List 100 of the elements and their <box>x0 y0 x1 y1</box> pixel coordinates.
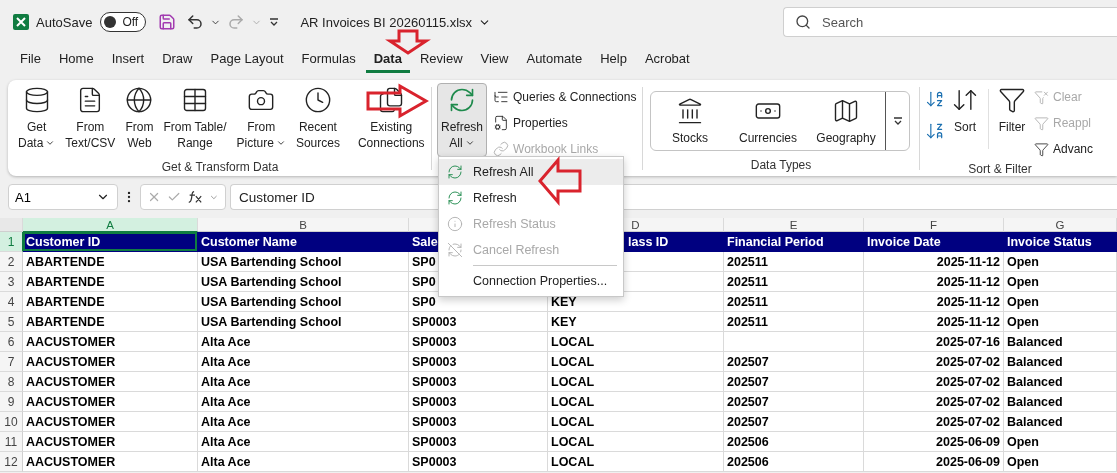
ribbon-tab[interactable]: Insert <box>103 47 153 73</box>
table-cell[interactable]: Open <box>1004 252 1117 272</box>
ribbon-tab[interactable]: View <box>472 47 517 73</box>
row-header[interactable]: 2 <box>0 252 23 272</box>
menu-item[interactable]: Refresh All <box>439 159 623 185</box>
function-icon[interactable] <box>187 189 204 205</box>
table-cell[interactable]: KEY <box>548 312 724 332</box>
ribbon-item[interactable]: Advanc <box>1032 137 1096 161</box>
table-cell[interactable]: Alta Ace <box>198 352 409 372</box>
table-cell[interactable]: USA Bartending School <box>198 312 409 332</box>
table-cell[interactable]: Open <box>1004 452 1117 472</box>
ribbon-tab[interactable]: Automate <box>518 47 591 73</box>
ribbon-item[interactable]: Queries & Connections <box>491 85 639 109</box>
table-cell[interactable]: SP0003 <box>409 432 548 452</box>
row-header[interactable]: 11 <box>0 432 23 452</box>
table-cell[interactable]: USA Bartending School <box>198 252 409 272</box>
table-cell[interactable]: SP0003 <box>409 372 548 392</box>
table-cell[interactable]: 202511 <box>724 312 864 332</box>
table-cell[interactable]: 2025-11-12 <box>864 312 1004 332</box>
table-cell[interactable]: AACUSTOMER <box>23 452 198 472</box>
undo-icon[interactable] <box>186 13 205 31</box>
ribbon-tab[interactable]: Help <box>592 47 635 73</box>
table-cell[interactable]: 202507 <box>724 372 864 392</box>
table-cell[interactable]: Balanced <box>1004 372 1117 392</box>
column-header[interactable]: G <box>1004 218 1117 232</box>
row-header[interactable]: 6 <box>0 332 23 352</box>
ribbon-button[interactable]: Get Data <box>14 83 60 157</box>
ribbon-tab[interactable]: Page Layout <box>202 47 292 73</box>
table-cell[interactable]: ABARTENDE <box>23 292 198 312</box>
table-cell[interactable]: 2025-11-12 <box>864 272 1004 292</box>
data-type-button[interactable]: Currencies <box>729 92 807 150</box>
column-heading[interactable]: Invoice Status <box>1004 232 1117 252</box>
sort-ascending-icon[interactable] <box>925 89 945 109</box>
table-cell[interactable]: 202507 <box>724 392 864 412</box>
table-cell[interactable]: Open <box>1004 432 1117 452</box>
table-cell[interactable]: SP0003 <box>409 412 548 432</box>
table-cell[interactable]: 2025-11-12 <box>864 252 1004 272</box>
ribbon-button[interactable]: From Table/ Range <box>159 83 231 157</box>
row-header[interactable]: 4 <box>0 292 23 312</box>
table-cell[interactable]: AACUSTOMER <box>23 332 198 352</box>
table-cell[interactable]: Balanced <box>1004 332 1117 352</box>
table-cell[interactable]: 202507 <box>724 352 864 372</box>
table-cell[interactable]: Open <box>1004 272 1117 292</box>
table-cell[interactable]: AACUSTOMER <box>23 432 198 452</box>
ribbon-tab[interactable]: Acrobat <box>636 47 698 73</box>
table-cell[interactable]: LOCAL <box>548 412 724 432</box>
table-cell[interactable]: SP0003 <box>409 392 548 412</box>
table-cell[interactable]: AACUSTOMER <box>23 412 198 432</box>
table-cell[interactable]: ABARTENDE <box>23 252 198 272</box>
table-cell[interactable]: Balanced <box>1004 352 1117 372</box>
file-name-button[interactable]: AR Invoices BI 20260115.xlsx <box>300 14 492 30</box>
table-cell[interactable]: SP0003 <box>409 452 548 472</box>
name-box[interactable]: A1 <box>8 184 118 210</box>
column-header[interactable]: F <box>864 218 1004 232</box>
sort-button[interactable]: Sort <box>947 83 983 157</box>
menu-item[interactable]: Refresh <box>439 185 623 211</box>
row-header[interactable]: 1 <box>0 232 23 252</box>
table-cell[interactable]: 202506 <box>724 432 864 452</box>
table-cell[interactable]: LOCAL <box>548 392 724 412</box>
column-header[interactable]: E <box>724 218 864 232</box>
table-cell[interactable]: 202507 <box>724 412 864 432</box>
ribbon-button[interactable]: From Web <box>121 83 158 157</box>
data-type-button[interactable]: Stocks <box>651 92 729 150</box>
row-header[interactable]: 7 <box>0 352 23 372</box>
ribbon-tab[interactable]: Draw <box>154 47 201 73</box>
table-cell[interactable]: Alta Ace <box>198 432 409 452</box>
row-header[interactable]: 3 <box>0 272 23 292</box>
ribbon-item[interactable]: Properties <box>491 111 639 135</box>
ribbon-button[interactable]: Recent Sources <box>291 83 344 157</box>
table-cell[interactable]: 2025-07-02 <box>864 352 1004 372</box>
ribbon-tab[interactable]: Home <box>50 47 102 73</box>
data-type-button[interactable]: Geography <box>807 92 885 150</box>
row-header[interactable]: 12 <box>0 452 23 472</box>
table-cell[interactable]: LOCAL <box>548 332 724 352</box>
column-header[interactable]: A <box>23 218 198 232</box>
table-cell[interactable]: Balanced <box>1004 412 1117 432</box>
table-cell[interactable]: LOCAL <box>548 372 724 392</box>
ribbon-tab[interactable]: Review <box>411 47 471 73</box>
filter-button[interactable]: Filter <box>994 83 1030 157</box>
table-cell[interactable]: Alta Ace <box>198 392 409 412</box>
column-header[interactable]: B <box>198 218 409 232</box>
table-cell[interactable]: Open <box>1004 312 1117 332</box>
row-header[interactable]: 9 <box>0 392 23 412</box>
table-cell[interactable]: AACUSTOMER <box>23 392 198 412</box>
table-cell[interactable]: LOCAL <box>548 452 724 472</box>
row-header[interactable]: 8 <box>0 372 23 392</box>
table-cell[interactable]: LOCAL <box>548 352 724 372</box>
ribbon-button[interactable]: Existing Connections <box>353 83 429 157</box>
table-cell[interactable]: SP0003 <box>409 312 548 332</box>
table-cell[interactable]: 202506 <box>724 452 864 472</box>
column-heading[interactable]: Customer ID <box>23 232 198 252</box>
table-cell[interactable]: 2025-07-02 <box>864 372 1004 392</box>
ribbon-button[interactable]: From Picture <box>232 83 290 157</box>
save-icon[interactable] <box>158 13 177 31</box>
table-cell[interactable]: 2025-06-09 <box>864 432 1004 452</box>
table-cell[interactable]: 2025-07-02 <box>864 412 1004 432</box>
row-header[interactable]: 5 <box>0 312 23 332</box>
table-cell[interactable]: Balanced <box>1004 392 1117 412</box>
column-heading[interactable]: Financial Period <box>724 232 864 252</box>
table-cell[interactable]: AACUSTOMER <box>23 352 198 372</box>
